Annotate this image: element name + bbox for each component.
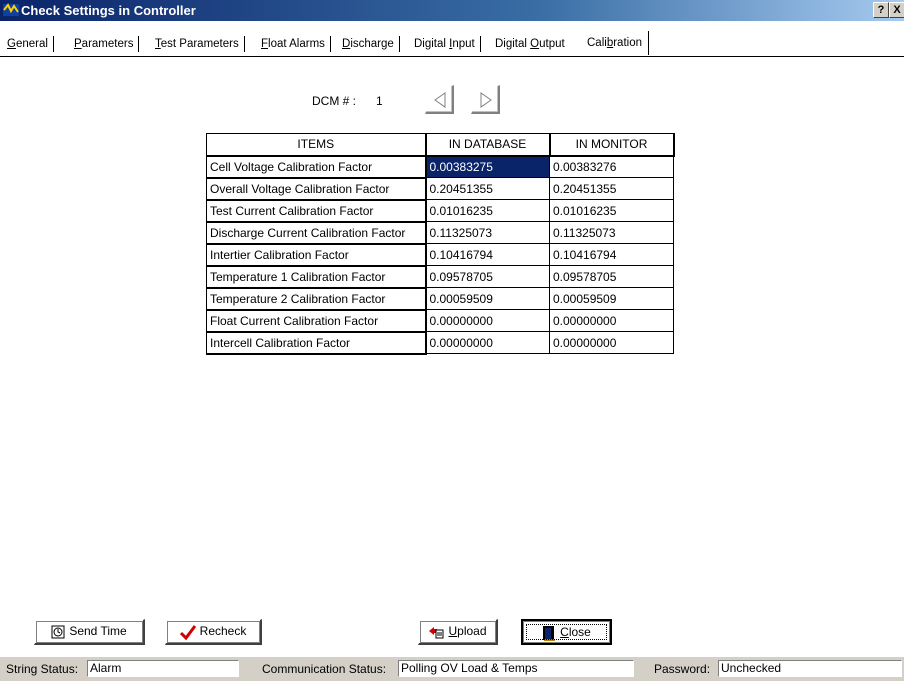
triangle-right-icon [480,92,492,108]
database-value-cell[interactable]: 0.00383275 [425,155,550,178]
table-row: Test Current Calibration Factor 0.010162… [206,199,674,223]
header-items: ITEMS [206,133,427,157]
recheck-button[interactable]: Recheck [165,619,262,645]
triangle-left-icon [434,92,446,108]
item-cell: Intercell Calibration Factor [206,331,427,355]
button-panel: Send Time Recheck Upload Close [0,605,904,657]
table-header-row: ITEMS IN DATABASE IN MONITOR [206,133,675,157]
item-cell: Overall Voltage Calibration Factor [206,177,427,201]
upload-button[interactable]: Upload [418,619,498,645]
title-bar: Check Settings in Controller ? X [0,0,904,21]
database-value-cell[interactable]: 0.10416794 [425,243,550,266]
database-value-cell[interactable]: 0.00000000 [425,331,550,354]
communication-status-label: Communication Status: [262,662,387,676]
tab-float-alarms[interactable]: Float Alarms [257,33,331,55]
item-cell: Temperature 1 Calibration Factor [206,265,427,289]
item-cell: Discharge Current Calibration Factor [206,221,427,245]
calibration-table: ITEMS IN DATABASE IN MONITOR Cell Voltag… [206,133,675,355]
tab-discharge[interactable]: Discharge [338,33,400,55]
close-window-button[interactable]: X [889,2,904,18]
table-row: Overall Voltage Calibration Factor 0.204… [206,177,674,201]
tab-test-parameters[interactable]: Test Parameters [151,33,245,55]
tab-digital-input[interactable]: Digital Input [410,33,481,55]
item-cell: Float Current Calibration Factor [206,309,427,333]
password-label: Password: [654,662,711,676]
window-title: Check Settings in Controller [21,3,196,18]
tab-digital-output[interactable]: Digital Output [491,33,569,55]
table-row: Intertier Calibration Factor 0.10416794 … [206,243,674,267]
table-row: Cell Voltage Calibration Factor 0.003832… [206,155,674,179]
monitor-value-cell[interactable]: 0.11325073 [549,221,674,244]
dcm-label: DCM # : [312,94,357,108]
monitor-value-cell[interactable]: 0.01016235 [549,199,674,222]
tab-divider [0,56,904,57]
send-time-button[interactable]: Send Time [34,619,145,645]
next-dcm-button[interactable] [471,85,500,114]
help-button[interactable]: ? [873,2,889,18]
communication-status-value: Polling OV Load & Temps [398,660,634,677]
monitor-value-cell[interactable]: 0.00383276 [549,155,674,178]
monitor-value-cell[interactable]: 0.09578705 [549,265,674,288]
tab-general[interactable]: General [3,33,54,55]
tab-parameters[interactable]: Parameters [70,33,140,55]
password-value: Unchecked [718,660,902,677]
tab-strip: General Parameters Test Parameters Float… [0,31,904,57]
table-row: Intercell Calibration Factor 0.00000000 … [206,331,674,355]
monitor-value-cell[interactable]: 0.00000000 [549,309,674,332]
table-row: Discharge Current Calibration Factor 0.1… [206,221,674,245]
monitor-value-cell[interactable]: 0.00000000 [549,331,674,354]
monitor-value-cell[interactable]: 0.00059509 [549,287,674,310]
item-cell: Temperature 2 Calibration Factor [206,287,427,311]
header-in-database: IN DATABASE [425,133,551,157]
item-cell: Intertier Calibration Factor [206,243,427,267]
database-value-cell[interactable]: 0.11325073 [425,221,550,244]
item-cell: Cell Voltage Calibration Factor [206,155,427,179]
database-value-cell[interactable]: 0.00000000 [425,309,550,332]
database-value-cell[interactable]: 0.01016235 [425,199,550,222]
previous-dcm-button[interactable] [425,85,454,114]
clock-icon [51,625,65,639]
monitor-value-cell[interactable]: 0.10416794 [549,243,674,266]
status-bar: String Status: Alarm Communication Statu… [0,657,904,681]
monitor-value-cell[interactable]: 0.20451355 [549,177,674,200]
item-cell: Test Current Calibration Factor [206,199,427,223]
database-value-cell[interactable]: 0.00059509 [425,287,550,310]
upload-icon [429,626,444,639]
table-row: Temperature 1 Calibration Factor 0.09578… [206,265,674,289]
app-icon [3,2,19,18]
string-status-value: Alarm [87,660,239,677]
database-value-cell[interactable]: 0.09578705 [425,265,550,288]
string-status-label: String Status: [6,662,79,676]
table-row: Temperature 2 Calibration Factor 0.00059… [206,287,674,311]
database-value-cell[interactable]: 0.20451355 [425,177,550,200]
checkmark-icon [179,624,196,640]
table-row: Float Current Calibration Factor 0.00000… [206,309,674,333]
focus-rect [526,624,607,640]
dcm-value: 1 [376,94,383,108]
tab-calibration[interactable]: Calibration [583,31,649,55]
close-button[interactable]: Close [521,619,612,645]
header-in-monitor: IN MONITOR [549,133,675,157]
